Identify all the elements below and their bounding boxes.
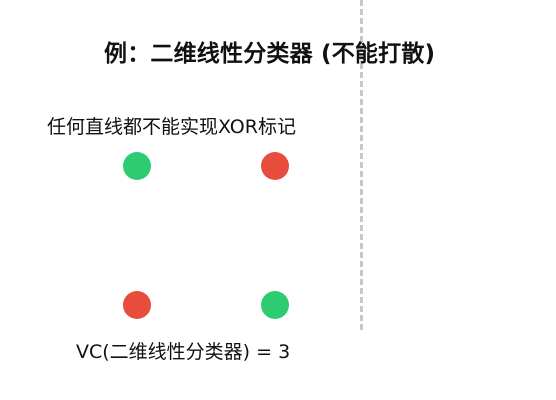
vc-dimension-label: VC(二维线性分类器) = 3 bbox=[76, 341, 291, 363]
xor-caption: 任何直线都不能实现XOR标记 bbox=[47, 116, 296, 138]
point-bottom-left bbox=[123, 291, 151, 319]
point-top-left bbox=[123, 152, 151, 180]
point-bottom-right bbox=[261, 291, 289, 319]
point-top-right bbox=[261, 152, 289, 180]
diagram-title: 例：二维线性分类器 (不能打散) bbox=[104, 41, 436, 67]
diagram-canvas: 例：二维线性分类器 (不能打散) 任何直线都不能实现XOR标记 VC(二维线性分… bbox=[0, 0, 556, 400]
